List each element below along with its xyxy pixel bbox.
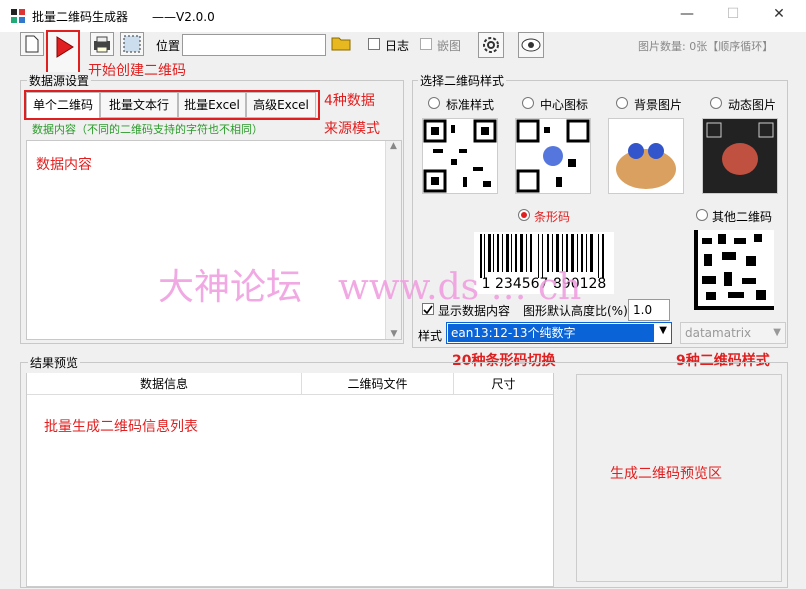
label-animated: 动态图片 [728,98,777,112]
label-barcode: 条形码 [534,210,571,224]
label-standard: 标准样式 [446,98,495,112]
col-qr-file[interactable]: 二维码文件 [301,373,453,395]
col-data-info[interactable]: 数据信息 [27,373,301,395]
tab-batch-excel[interactable]: 批量Excel [178,92,246,118]
qr-background-preview[interactable] [608,118,684,194]
results-label: 结果预览 [28,354,81,371]
log-checkbox[interactable] [368,38,380,50]
qr-center-icon-preview[interactable] [515,118,591,194]
embed-checkbox[interactable] [420,38,432,50]
label-other-qr: 其他二维码 [712,210,773,224]
title-bar: 批量二维码生成器 ——V2.0.0 — ☐ ✕ [0,0,806,32]
printer-icon [94,36,110,53]
radio-barcode[interactable] [518,209,530,221]
image-count: 图片数量: 0张【顺序循环】 [638,40,774,53]
app-icon [10,8,26,24]
scroll-up-icon: ▲ [390,141,397,151]
data-source-label: 数据源设置 [27,72,92,89]
data-content-annotation: 数据内容 [36,157,92,173]
label-center-icon: 中心图标 [540,98,589,112]
maximize-button[interactable]: ☐ [718,6,748,26]
source-mode-annotation: 来源模式 [324,121,380,137]
play-icon [56,36,74,58]
style-label: 样式 [418,329,443,343]
qr-code-icon [423,119,497,193]
tab-single-qr[interactable]: 单个二维码 [26,92,100,118]
minimize-button[interactable]: — [672,6,702,26]
qr-standard-preview[interactable] [422,118,498,194]
qr-animated-preview[interactable] [702,118,778,194]
log-label: 日志 [385,39,410,53]
qr-background-icon [616,143,676,189]
data-hint: 数据内容（不同的二维码支持的字符也不相同） [32,123,263,136]
barcode-style-select[interactable]: ean13:12-13个纯数字 ▼ [446,322,672,344]
printer-button[interactable] [90,32,114,56]
style-group-label: 选择二维码样式 [418,72,507,89]
radio-other-qr[interactable] [696,209,708,221]
label-background: 背景图片 [634,98,683,112]
barcode-style-value: ean13:12-13个纯数字 [448,324,654,342]
tab-advanced-excel[interactable]: 高级Excel [246,92,316,118]
gear-icon [483,37,499,53]
radio-standard[interactable] [428,97,440,109]
scroll-down-icon: ▼ [390,329,398,339]
chevron-down-icon: ▼ [659,325,667,336]
qr-center-icon [516,119,590,193]
embed-label: 嵌图 [437,39,462,53]
location-label: 位置 [156,39,181,53]
tab-batch-text[interactable]: 批量文本行 [100,92,178,118]
eye-icon [521,38,541,52]
datamatrix-preview[interactable] [694,230,774,310]
window-title: 批量二维码生成器 ——V2.0.0 [32,10,215,24]
location-input[interactable] [182,34,326,56]
col-size[interactable]: 尺寸 [453,373,553,395]
select-area-button[interactable] [120,32,144,56]
folder-icon [331,37,351,51]
preview-area-annotation: 生成二维码预览区 [610,466,722,482]
radio-animated[interactable] [710,97,722,109]
results-table[interactable] [26,373,554,587]
start-annotation: 开始创建二维码 [88,63,186,79]
qr-animated-icon [706,122,774,175]
other-style-value: datamatrix [685,326,752,340]
select-area-icon [123,35,141,53]
folder-button[interactable] [330,32,352,56]
settings-button[interactable] [478,32,504,58]
radio-center-icon[interactable] [522,97,534,109]
height-ratio-stepper[interactable] [628,299,670,321]
other-style-select[interactable]: datamatrix ▼ [680,322,786,344]
datamatrix-icon [694,230,774,310]
new-file-button[interactable] [20,32,44,56]
chevron-down-icon: ▼ [773,327,781,338]
watermark: 大神论坛 www.ds … ch [158,267,582,308]
four-sources-annotation: 4种数据 [324,93,375,109]
new-file-icon [25,35,39,53]
close-button[interactable]: ✕ [764,6,794,26]
radio-background[interactable] [616,97,628,109]
preview-button[interactable] [518,32,544,58]
batch-list-annotation: 批量生成二维码信息列表 [44,419,198,435]
